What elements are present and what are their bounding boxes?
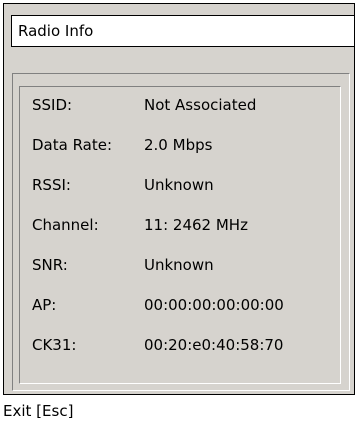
- rssi-label: RSSI:: [32, 176, 71, 194]
- ap-value: 00:00:00:00:00:00: [144, 296, 284, 314]
- ck31-value: 00:20:e0:40:58:70: [144, 336, 284, 354]
- data-rate-label: Data Rate:: [32, 136, 113, 154]
- status-bar: Exit [Esc]: [0, 396, 360, 425]
- channel-label: Channel:: [32, 216, 99, 234]
- ck31-label: CK31:: [32, 336, 77, 354]
- window-title: Radio Info: [11, 15, 355, 47]
- snr-value: Unknown: [144, 256, 214, 274]
- ssid-label: SSID:: [32, 96, 73, 114]
- ssid-value: Not Associated: [144, 96, 257, 114]
- data-rate-value: 2.0 Mbps: [144, 136, 213, 154]
- ap-label: AP:: [32, 296, 57, 314]
- snr-label: SNR:: [32, 256, 68, 274]
- exit-button[interactable]: Exit [Esc]: [3, 400, 73, 422]
- rssi-value: Unknown: [144, 176, 214, 194]
- channel-value: 11: 2462 MHz: [144, 216, 248, 234]
